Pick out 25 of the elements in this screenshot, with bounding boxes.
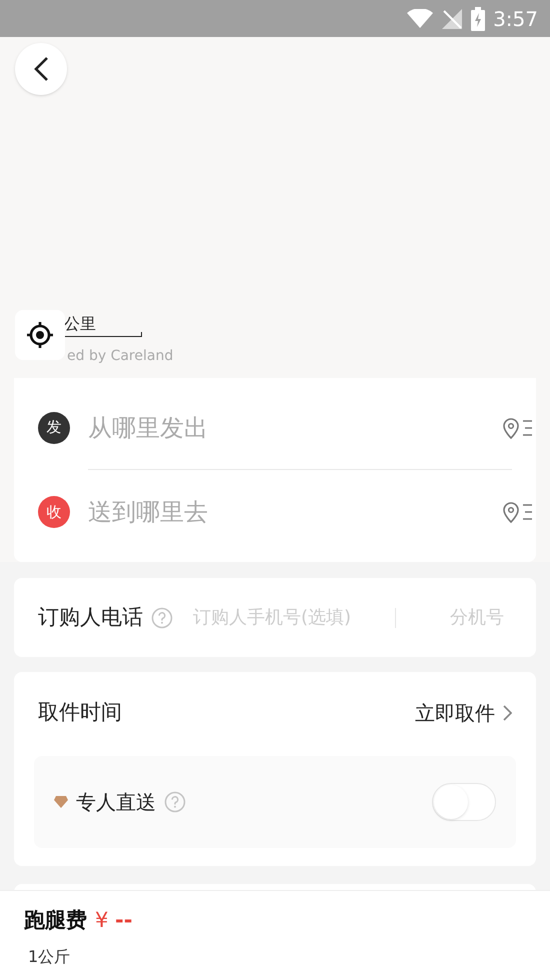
status-time: 3:57 bbox=[493, 6, 538, 32]
toggle-switch[interactable] bbox=[432, 783, 496, 821]
fee-label: 跑腿费 bbox=[24, 907, 87, 934]
pin-list-icon[interactable] bbox=[502, 499, 534, 525]
chevron-icon bbox=[503, 705, 512, 721]
pickup-label: 取件时间 bbox=[38, 699, 122, 726]
address-field[interactable]: 从哪里发出 bbox=[88, 410, 512, 446]
address-badge: 发 bbox=[38, 412, 70, 444]
direct-delivery-label: 专人直送 bbox=[76, 789, 156, 816]
wifi-icon bbox=[407, 8, 434, 28]
map-attribution: ed by Careland bbox=[67, 347, 174, 366]
phone-label: 订购人电话 bbox=[38, 604, 143, 631]
fee-amount: ¥ -- bbox=[95, 907, 132, 934]
no-signal-icon bbox=[441, 8, 464, 30]
weight-text: 1公斤 bbox=[28, 946, 72, 968]
battery-icon bbox=[471, 6, 486, 30]
back-button[interactable] bbox=[15, 43, 67, 95]
locate-button[interactable] bbox=[15, 310, 65, 360]
gem-icon bbox=[54, 795, 68, 809]
back-icon bbox=[33, 56, 49, 82]
pickup-time-button[interactable]: 立即取件 bbox=[415, 698, 512, 728]
address-field[interactable]: 送到哪里去 bbox=[88, 494, 512, 530]
address-badge: 收 bbox=[38, 496, 70, 528]
locate-icon bbox=[25, 320, 55, 350]
scale-label: 公里 bbox=[64, 313, 96, 335]
